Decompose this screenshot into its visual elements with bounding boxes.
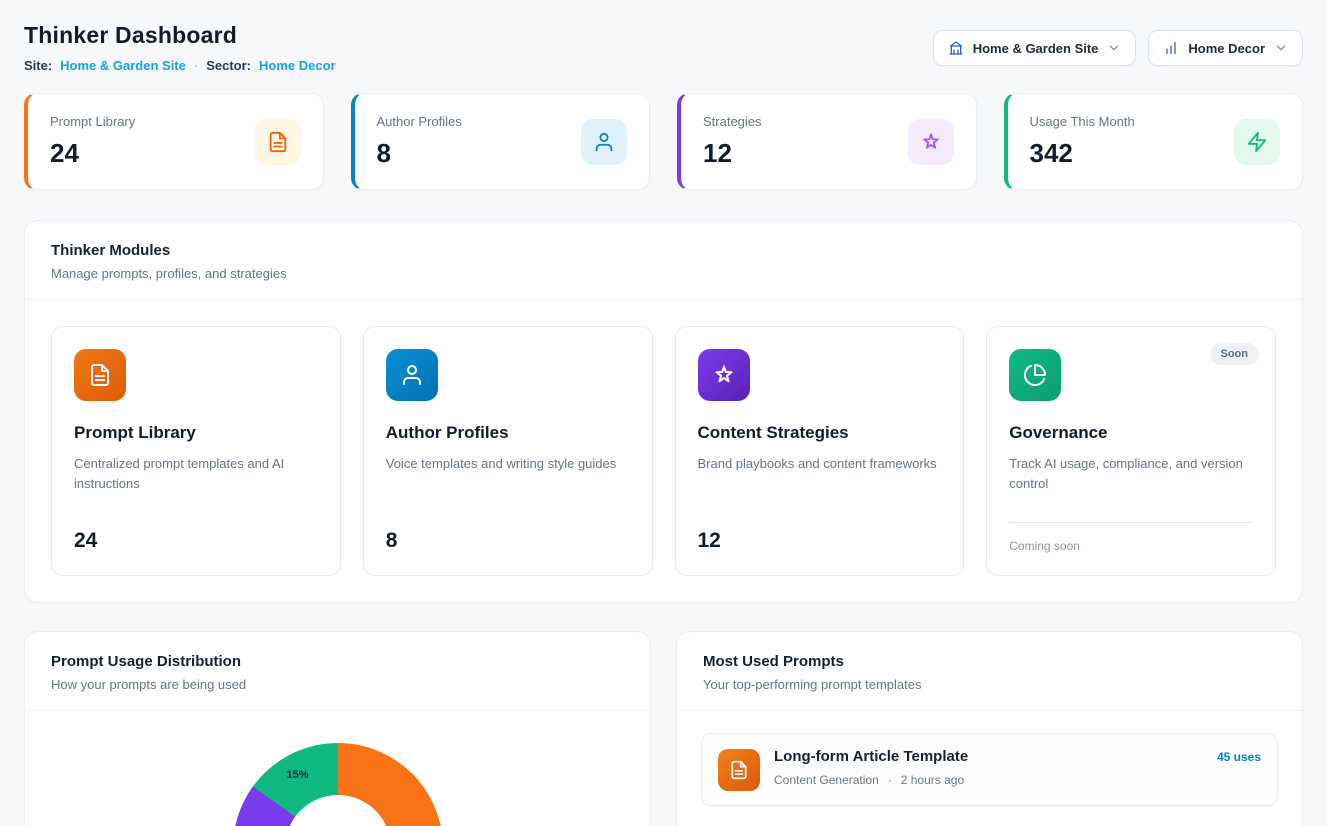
site-selector-label: Home & Garden Site [973,41,1099,56]
most-used-prompts-panel: Most Used Prompts Your top-performing pr… [676,631,1303,826]
document-icon [74,349,126,401]
module-description: Track AI usage, compliance, and version … [1009,454,1253,493]
usage-distribution-title: Prompt Usage Distribution [51,653,624,670]
module-card-prompt-library[interactable]: Prompt Library Centralized prompt templa… [51,326,341,576]
bar-chart-icon [1163,40,1179,56]
stat-text: Prompt Library 24 [50,114,135,169]
module-title: Author Profiles [386,423,630,443]
list-item[interactable]: Long-form Article Template Content Gener… [701,733,1278,806]
document-icon [255,119,301,165]
module-description: Voice templates and writing style guides [386,454,630,474]
module-card-content-strategies[interactable]: Content Strategies Brand playbooks and c… [675,326,965,576]
chevron-down-icon [1274,41,1288,55]
most-used-header: Most Used Prompts Your top-performing pr… [677,632,1302,711]
stat-value: 8 [377,138,462,169]
stat-card-prompt-library: Prompt Library 24 [24,93,324,190]
module-value: 12 [698,529,942,553]
sparkle-star-icon [908,119,954,165]
module-description: Brand playbooks and content frameworks [698,454,942,474]
bottom-row: Prompt Usage Distribution How your promp… [24,631,1303,826]
pie-chart-icon [1009,349,1061,401]
site-selector-dropdown[interactable]: Home & Garden Site [933,30,1137,66]
lightning-icon [1234,119,1280,165]
module-description: Centralized prompt templates and AI inst… [74,454,318,493]
usage-distribution-panel: Prompt Usage Distribution How your promp… [24,631,651,826]
header-left: Thinker Dashboard Site: Home & Garden Si… [24,22,336,73]
stat-label: Strategies [703,114,762,129]
stat-card-strategies: Strategies 12 [677,93,977,190]
prompt-item-time: 2 hours ago [901,773,964,787]
modules-grid: Prompt Library Centralized prompt templa… [25,300,1302,602]
prompt-item-text: Long-form Article Template Content Gener… [774,748,968,787]
chart-area: 15% [25,711,650,826]
page-title: Thinker Dashboard [24,22,336,49]
donut-segment-label: 15% [281,769,315,781]
stats-row: Prompt Library 24 Author Profiles 8 Stra… [24,93,1303,190]
sparkle-star-icon [698,349,750,401]
usage-distribution-header: Prompt Usage Distribution How your promp… [25,632,650,711]
user-icon [386,349,438,401]
coming-soon-text: Coming soon [1009,522,1253,553]
modules-title: Thinker Modules [51,242,1276,259]
dashboard-page: Thinker Dashboard Site: Home & Garden Si… [0,0,1327,826]
stat-value: 24 [50,138,135,169]
prompt-list: Long-form Article Template Content Gener… [677,711,1302,826]
building-icon [948,40,964,56]
module-value: 24 [74,529,318,553]
chevron-down-icon [1107,41,1121,55]
modules-header: Thinker Modules Manage prompts, profiles… [25,221,1302,300]
modules-subtitle: Manage prompts, profiles, and strategies [51,266,1276,281]
module-title: Prompt Library [74,423,318,443]
uses-count-badge: 45 uses [1217,750,1261,764]
module-card-governance[interactable]: Soon Governance Track AI usage, complian… [986,326,1276,576]
prompt-item-category: Content Generation [774,773,879,787]
stat-card-usage: Usage This Month 342 [1004,93,1304,190]
module-value: 8 [386,529,630,553]
soon-badge: Soon [1210,343,1260,365]
stat-card-author-profiles: Author Profiles 8 [351,93,651,190]
document-icon [718,749,760,791]
page-header: Thinker Dashboard Site: Home & Garden Si… [24,22,1303,73]
breadcrumb: Site: Home & Garden Site · Sector: Home … [24,58,336,73]
separator-dot: · [194,58,198,73]
stat-text: Usage This Month 342 [1030,114,1135,169]
site-label: Site: [24,58,52,73]
prompt-item-meta: Content Generation · 2 hours ago [774,773,968,787]
sector-selector-dropdown[interactable]: Home Decor [1148,30,1303,66]
thinker-modules-panel: Thinker Modules Manage prompts, profiles… [24,220,1303,603]
sector-selector-label: Home Decor [1188,41,1265,56]
usage-donut: 15% [233,743,443,826]
user-icon [581,119,627,165]
stat-label: Author Profiles [377,114,462,129]
most-used-title: Most Used Prompts [703,653,1276,670]
site-link[interactable]: Home & Garden Site [60,58,186,73]
module-title: Governance [1009,423,1253,443]
stat-value: 12 [703,138,762,169]
stat-value: 342 [1030,138,1135,169]
prompt-item-title: Long-form Article Template [774,748,968,765]
sector-link[interactable]: Home Decor [259,58,336,73]
most-used-subtitle: Your top-performing prompt templates [703,677,1276,692]
module-title: Content Strategies [698,423,942,443]
stat-text: Author Profiles 8 [377,114,462,169]
stat-text: Strategies 12 [703,114,762,169]
separator-dot: · [888,773,892,787]
header-actions: Home & Garden Site Home Decor [933,30,1303,66]
usage-distribution-subtitle: How your prompts are being used [51,677,624,692]
module-card-author-profiles[interactable]: Author Profiles Voice templates and writ… [363,326,653,576]
stat-label: Prompt Library [50,114,135,129]
sector-label: Sector: [206,58,251,73]
stat-label: Usage This Month [1030,114,1135,129]
